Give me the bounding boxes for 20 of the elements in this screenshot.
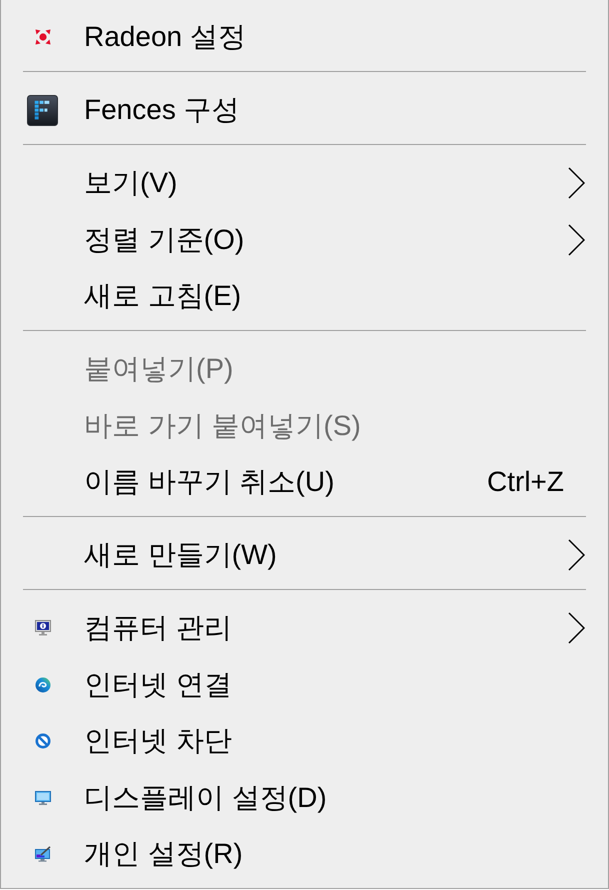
menu-item[interactable]: 개인 설정(R) (1, 826, 608, 882)
menu-item[interactable]: 디스플레이 설정(D) (1, 770, 608, 826)
monitor-pen-icon (34, 846, 50, 862)
menu-item[interactable]: 인터넷 연결 (1, 656, 608, 713)
menu-item[interactable]: 이름 바꾸기 취소(U) Ctrl+Z (1, 454, 608, 510)
monitor-info-icon (34, 620, 50, 636)
menu-item[interactable]: Radeon 설정 (1, 9, 608, 66)
menu-item[interactable]: 새로 고침(E) (1, 268, 608, 324)
menu-item[interactable]: 컴퓨터 관리 (1, 600, 608, 656)
prohibited-icon (34, 733, 50, 750)
menu-item[interactable]: 정렬 기준(O) (1, 212, 608, 268)
menu-item[interactable]: Fences 구성 (1, 82, 608, 138)
menu-item[interactable]: 보기(V) (1, 155, 608, 212)
menu-item[interactable]: 새로 만들기(W) (1, 527, 608, 584)
monitor-icon (34, 790, 50, 806)
pixel-f-icon (27, 94, 58, 126)
arrows-out-icon (34, 29, 50, 46)
swirl-icon (34, 676, 50, 693)
shortcut-text: Ctrl+Z (487, 466, 564, 498)
menu-item[interactable]: 인터넷 차단 (1, 713, 608, 770)
